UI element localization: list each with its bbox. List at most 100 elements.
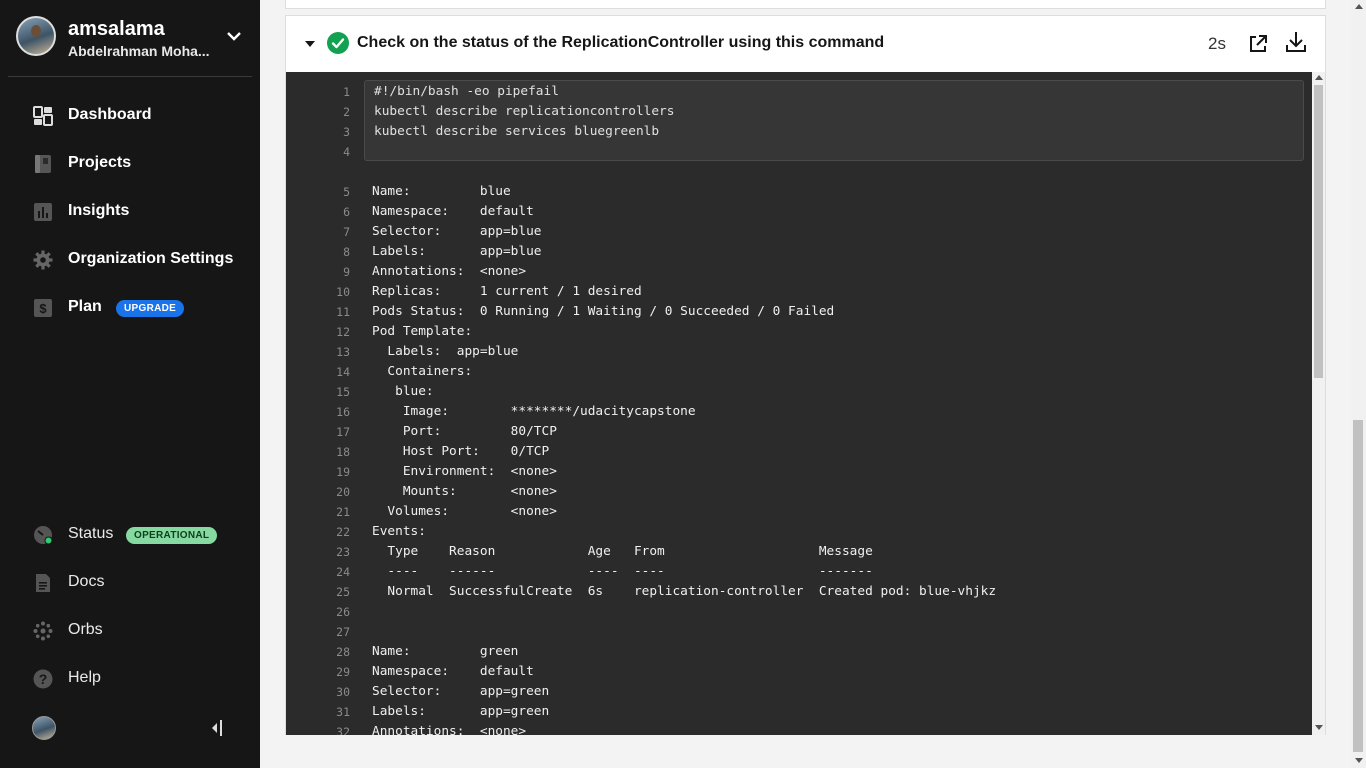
- line-number: 21: [336, 505, 350, 519]
- line-number: 11: [336, 305, 350, 319]
- gear-icon: [33, 250, 53, 270]
- page-scroll-up-arrow[interactable]: [1355, 4, 1363, 9]
- output-scrollbar[interactable]: [1312, 72, 1325, 735]
- output-line: 13 Labels: app=blue: [286, 342, 1311, 362]
- output-line: 7 Selector: app=blue: [286, 222, 1311, 242]
- output-line: 6 Namespace: default: [286, 202, 1311, 222]
- avatar: [16, 16, 56, 56]
- user-avatar-small[interactable]: [32, 716, 56, 740]
- line-number: 10: [336, 285, 350, 299]
- line-text: Host Port: 0/TCP: [372, 444, 550, 459]
- sidebar: amsalama Abdelrahman Moha... Dashboard P…: [0, 0, 260, 768]
- sidebar-item-label: Plan: [68, 298, 102, 315]
- output-line: 5 Name: blue: [286, 182, 1311, 202]
- output-line: 25 Normal SuccessfulCreate 6s replicatio…: [286, 582, 1311, 602]
- line-text: Name: green: [372, 644, 519, 659]
- line-number: 26: [336, 605, 350, 619]
- previous-step-card[interactable]: [285, 0, 1326, 9]
- output-line: 27: [286, 622, 1311, 642]
- line-text: Pod Template:: [372, 324, 473, 339]
- line-number: 28: [336, 645, 350, 659]
- page-scroll-thumb[interactable]: [1353, 420, 1363, 752]
- line-text: Normal SuccessfulCreate 6s replication-c…: [372, 584, 997, 599]
- line-number: 1: [343, 85, 350, 99]
- sidebar-item-label: Docs: [68, 573, 105, 590]
- download-icon[interactable]: [1285, 30, 1307, 54]
- sidebar-item-label: Insights: [68, 202, 130, 219]
- line-number: 24: [336, 565, 350, 579]
- sidebar-item-dashboard[interactable]: Dashboard: [0, 96, 260, 136]
- line-number: 31: [336, 705, 350, 719]
- line-number: 6: [343, 205, 350, 219]
- page-scrollbar[interactable]: [1351, 0, 1366, 768]
- command-line: 3 kubectl describe services bluegreenlb: [286, 122, 1311, 142]
- output-line: 30 Selector: app=green: [286, 682, 1311, 702]
- output-line: 16 Image: ********/udacitycapstone: [286, 402, 1311, 422]
- line-number: 2: [343, 105, 350, 119]
- line-text: Type Reason Age From Message: [372, 544, 873, 559]
- line-text: Mounts: <none>: [372, 484, 557, 499]
- sidebar-item-label: Help: [68, 669, 101, 686]
- output-line: 19 Environment: <none>: [286, 462, 1311, 482]
- line-number: 18: [336, 445, 350, 459]
- step-header[interactable]: Check on the status of the ReplicationCo…: [286, 16, 1325, 72]
- line-number: 15: [336, 385, 350, 399]
- line-text: Annotations: <none>: [372, 724, 527, 735]
- help-icon: ?: [33, 669, 53, 689]
- output-line: 23 Type Reason Age From Message: [286, 542, 1311, 562]
- line-number: 32: [336, 725, 350, 735]
- line-number: 25: [336, 585, 350, 599]
- sidebar-item-status[interactable]: Status OPERATIONAL: [0, 515, 260, 555]
- line-number: 9: [343, 265, 350, 279]
- collapse-sidebar-icon[interactable]: [207, 718, 225, 738]
- line-number: 7: [343, 225, 350, 239]
- line-text: #!/bin/bash -eo pipefail: [374, 84, 559, 99]
- line-number: 12: [336, 325, 350, 339]
- page-scroll-down-arrow[interactable]: [1355, 758, 1363, 763]
- output-line: 28 Name: green: [286, 642, 1311, 662]
- success-check-icon: [327, 32, 349, 54]
- upgrade-badge[interactable]: UPGRADE: [116, 300, 185, 317]
- step-output-terminal[interactable]: 1 #!/bin/bash -eo pipefail 2 kubectl descri…: [286, 72, 1325, 735]
- line-text: Environment: <none>: [372, 464, 557, 479]
- line-number: 4: [343, 145, 350, 159]
- sidebar-item-help[interactable]: ? Help: [0, 659, 260, 699]
- line-number: 16: [336, 405, 350, 419]
- line-number: 19: [336, 465, 350, 479]
- caret-down-icon[interactable]: [304, 39, 316, 49]
- user-switcher[interactable]: amsalama Abdelrahman Moha...: [16, 16, 252, 60]
- sidebar-item-plan[interactable]: $ Plan UPGRADE: [0, 288, 260, 328]
- line-number: 13: [336, 345, 350, 359]
- scroll-thumb[interactable]: [1314, 85, 1323, 378]
- sidebar-item-docs[interactable]: Docs: [0, 563, 260, 603]
- line-text: Labels: app=blue: [372, 244, 542, 259]
- chevron-down-icon[interactable]: [225, 29, 243, 43]
- sidebar-item-organization-settings[interactable]: Organization Settings: [0, 240, 260, 280]
- status-badge: OPERATIONAL: [126, 527, 218, 544]
- line-text: Name: blue: [372, 184, 511, 199]
- line-text: Namespace: default: [372, 664, 534, 679]
- sidebar-item-projects[interactable]: Projects: [0, 144, 260, 184]
- output-line: 31 Labels: app=green: [286, 702, 1311, 722]
- command-line: 2 kubectl describe replicationcontrollers: [286, 102, 1311, 122]
- sidebar-item-label: Dashboard: [68, 106, 152, 123]
- line-text: kubectl describe replicationcontrollers: [374, 104, 675, 119]
- output-line: 11 Pods Status: 0 Running / 1 Waiting / 0…: [286, 302, 1311, 322]
- sidebar-item-insights[interactable]: Insights: [0, 192, 260, 232]
- status-gauge-icon: [34, 526, 53, 545]
- line-number: 3: [343, 125, 350, 139]
- output-line: 29 Namespace: default: [286, 662, 1311, 682]
- scroll-down-arrow[interactable]: [1315, 725, 1323, 730]
- sidebar-item-label: Projects: [68, 154, 132, 171]
- sidebar-item-orbs[interactable]: Orbs: [0, 611, 260, 651]
- scroll-up-arrow[interactable]: [1315, 75, 1323, 80]
- output-line: 15 blue:: [286, 382, 1311, 402]
- output-line: 18 Host Port: 0/TCP: [286, 442, 1311, 462]
- output-line: 22 Events:: [286, 522, 1311, 542]
- output-line: 10 Replicas: 1 current / 1 desired: [286, 282, 1311, 302]
- open-external-icon[interactable]: [1248, 34, 1268, 54]
- line-number: 22: [336, 525, 350, 539]
- docs-icon: [36, 574, 50, 592]
- output-line: 14 Containers:: [286, 362, 1311, 382]
- line-number: 30: [336, 685, 350, 699]
